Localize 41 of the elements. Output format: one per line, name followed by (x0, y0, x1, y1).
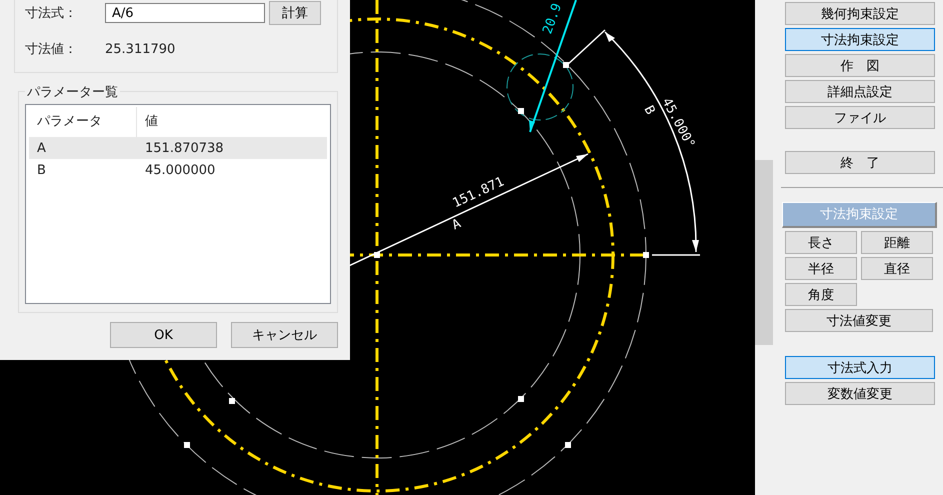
table-row[interactable]: A 151.870738 (29, 137, 327, 159)
small-circle-outline (506, 54, 574, 120)
menu-button[interactable]: 変数値変更 (785, 382, 935, 405)
dimension-value-text: 25.311790 (105, 42, 176, 56)
point-marker (518, 108, 524, 114)
table-row[interactable]: B 45.000000 (29, 159, 327, 181)
table-cell-text: 151.870738 (144, 140, 224, 156)
menu-button[interactable]: 寸法拘束設定 (785, 28, 935, 51)
point-marker (565, 442, 571, 448)
menu-button[interactable]: 幾何拘束設定 (785, 2, 935, 25)
table-cell-text: A (36, 140, 47, 156)
menu-button[interactable]: 寸法式入力 (785, 356, 935, 379)
point-marker (643, 252, 649, 258)
tool-button[interactable]: 長さ (785, 231, 857, 254)
tool-button[interactable]: 半径 (785, 257, 857, 280)
ok-button[interactable]: OK (110, 322, 217, 348)
point-marker (184, 442, 190, 448)
tool-button[interactable]: 角度 (785, 283, 857, 306)
column-header[interactable]: 値 (137, 107, 158, 137)
value-label: 寸法値： (25, 41, 78, 58)
cancel-button[interactable]: キャンセル (231, 322, 338, 348)
tool-button[interactable]: 距離 (861, 231, 933, 254)
formula-label: 寸法式： (25, 5, 78, 22)
tool-button[interactable]: 寸法値変更 (785, 309, 933, 332)
point-marker (229, 398, 235, 404)
table-cell-text: B (36, 162, 47, 178)
point-marker (518, 396, 524, 402)
calculate-button[interactable]: 計算 (269, 1, 321, 25)
formula-input-field[interactable]: A/6 (105, 3, 265, 23)
section-header: 寸法拘束設定 (782, 202, 937, 228)
menu-button[interactable]: 作 図 (785, 54, 935, 77)
menu-button[interactable]: 詳細点設定 (785, 80, 935, 103)
scrollbar[interactable] (755, 160, 773, 345)
table-cell-text: 45.000000 (144, 162, 216, 178)
dimension-name: B (640, 103, 658, 118)
tool-button[interactable]: 直径 (861, 257, 933, 280)
group-title: パラメーター覧 (25, 83, 120, 101)
menu-button[interactable]: ファイル (785, 106, 935, 129)
exit-button[interactable]: 終 了 (785, 151, 935, 174)
dimension-name: A (450, 216, 464, 234)
dimension-value: 20.9 (540, 2, 566, 36)
